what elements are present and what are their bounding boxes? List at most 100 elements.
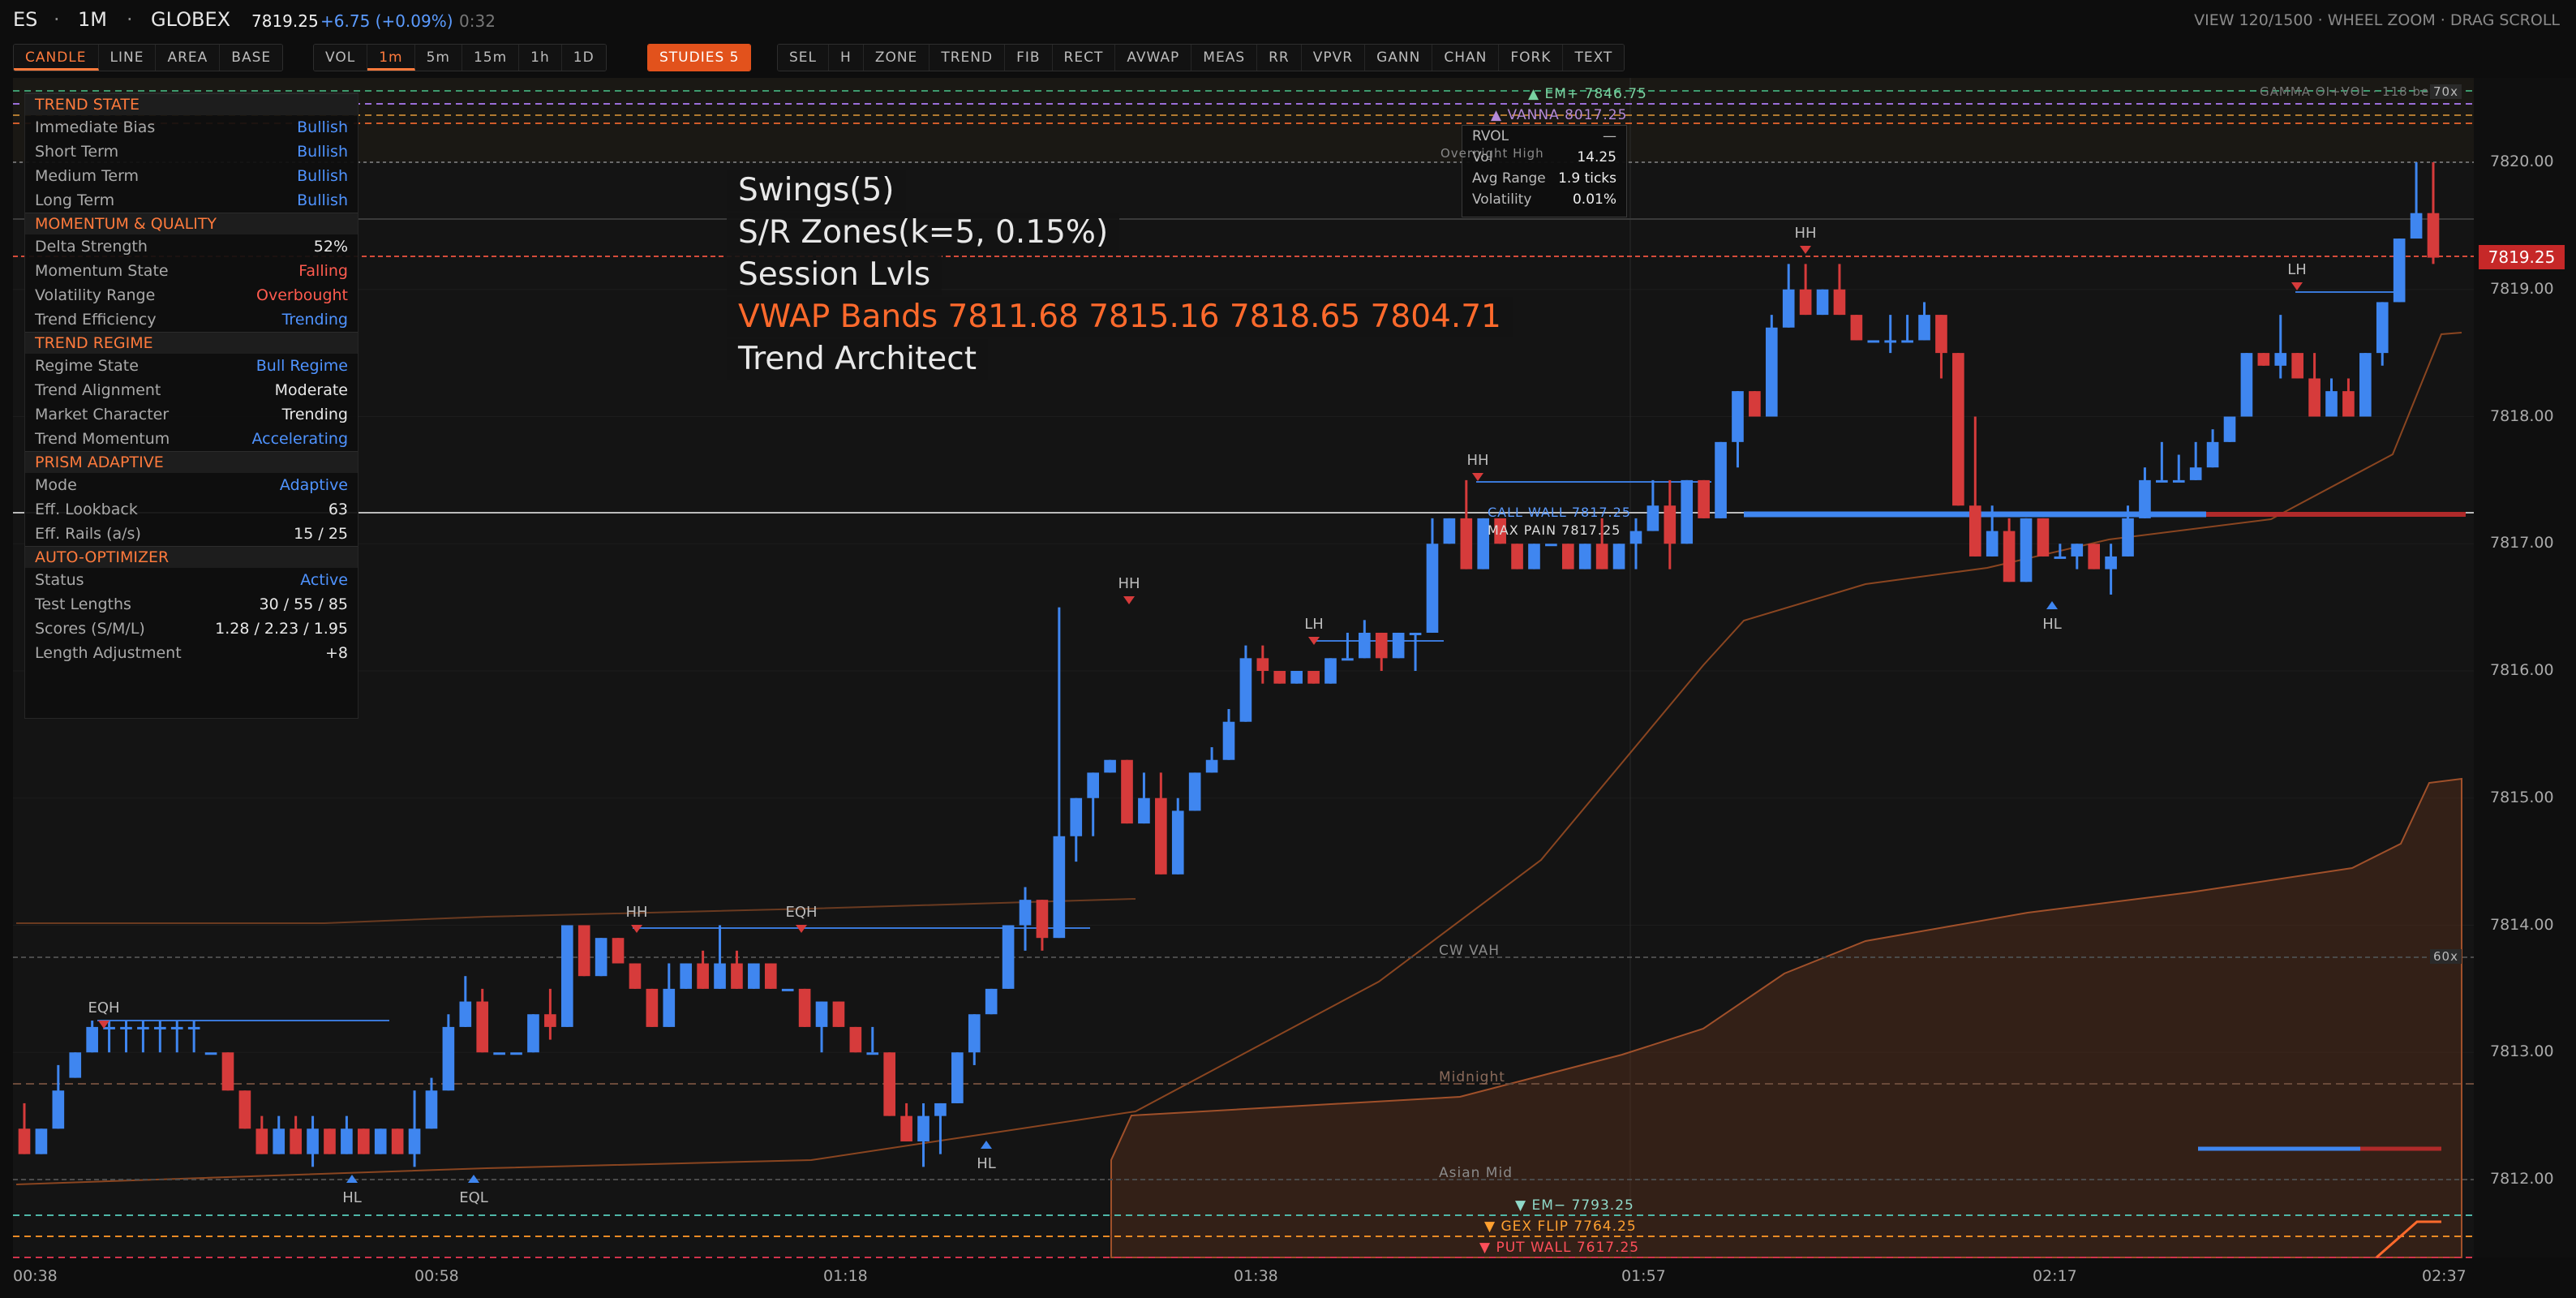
candle-body [408,1128,421,1154]
candle-body [951,1052,964,1103]
candle-body [2037,518,2050,557]
legend-vwap-bands[interactable]: VWAP Bands 7811.68 7815.16 7818.65 7804.… [727,297,1513,337]
candle-body [103,1026,115,1029]
swing-label: HL [977,1155,996,1172]
candle-body [883,1052,896,1116]
candle-body [900,1115,912,1141]
last-price-tag: 7819.25 [2479,245,2565,269]
panel-row-value: Trending [281,406,348,423]
candle-body [137,1026,149,1029]
candle-body [1375,632,1388,659]
panel-row-label: Momentum State [35,262,169,280]
swing-label: HL [2042,616,2062,633]
candle-body [1239,658,1252,722]
panel-row: Eff. Lookback 63 [25,497,358,522]
candle-body [1342,658,1354,661]
candle-body [1612,544,1625,569]
candle-body [1578,544,1591,569]
swing-label: LH [2287,261,2307,278]
stat-value: — [1603,128,1616,144]
panel-row: Scores (S/M/L) 1.28 / 2.23 / 1.95 [25,617,358,641]
candle-body [1646,505,1659,531]
legend-session-levels[interactable]: Session Lvls [727,255,942,295]
panel-row-label: Trend Efficiency [35,311,157,329]
panel-row-value: 15 / 25 [294,525,348,543]
midnight-label: Midnight [1439,1069,1505,1085]
candle-body [1867,340,1880,343]
candle-body [35,1128,48,1154]
price-tick-label: 7820.00 [2490,153,2554,170]
candle-body [2139,479,2151,518]
candle-body [2088,544,2101,569]
call-wall-label: CALL WALL 7817.25 [1488,505,1631,520]
time-tick-label: 02:17 [2033,1267,2077,1285]
time-tick-label: 00:58 [414,1267,459,1285]
studies-legend: Swings(5) S/R Zones(k=5, 0.15%) Session … [727,170,1513,381]
candle-body [341,1128,353,1154]
candle-body [2071,544,2084,557]
panel-row: Market Character Trending [25,402,358,427]
panel-row-label: Length Adjustment [35,644,182,662]
candle-body [1443,518,1456,544]
panel-row-value: Bull Regime [255,357,348,375]
candle-body [187,1026,200,1029]
candle-body [1273,671,1286,684]
panel-row: Momentum State Falling [25,259,358,283]
candle-body [2393,239,2406,303]
stat-value: 1.9 ticks [1558,170,1616,187]
candle-body [2376,302,2389,354]
panel-row-label: Medium Term [35,167,140,185]
time-tick-label: 01:18 [823,1267,868,1285]
panel-row: Immediate Bias Bullish [25,115,358,140]
legend-swings[interactable]: Swings(5) [727,170,906,211]
candle-body [663,988,676,1027]
candle-body [1171,810,1184,875]
panel-row: Trend Alignment Moderate [25,378,358,402]
gex-flip-label: ▼ GEX FLIP 7764.25 [1484,1218,1637,1235]
panel-row-label: Long Term [35,191,115,209]
cw-vah-label: CW VAH [1439,943,1501,959]
panel-row-value: Bullish [297,167,348,185]
panel-row-label: Mode [35,476,77,494]
candle-body [1087,772,1099,798]
trend-dashboard-panel: TREND STATE Immediate Bias Bullish Short Te… [24,92,358,719]
price-tick-label: 7814.00 [2490,915,2554,934]
stat-label: Avg Range [1472,170,1546,187]
candle-body [2172,479,2185,483]
candle-body [1019,900,1032,926]
candle-body [2308,378,2321,417]
candle-body [2427,213,2440,258]
put-wall-label: ▼ PUT WALL 7617.25 [1479,1240,1640,1256]
asian-mid-label: Asian Mid [1439,1165,1513,1181]
candle-body [69,1052,82,1078]
candle-body [2359,353,2372,417]
candle-body [307,1128,319,1154]
panel-section-title: AUTO-OPTIMIZER [25,546,358,568]
panel-row: Test Lengths 30 / 55 / 85 [25,592,358,617]
candle-body [1884,340,1897,343]
legend-trend-architect[interactable]: Trend Architect [727,339,989,380]
candle-body [1359,632,1371,659]
candle-body [1205,759,1218,773]
panel-row-value: Trending [281,311,348,329]
panel-row: Length Adjustment +8 [25,641,358,665]
swing-label: HH [1118,575,1140,592]
candle-body [1765,327,1778,417]
volume-multiplier-badge: 60x [2430,949,2462,964]
candle-body [1409,632,1422,635]
candle-body [1749,391,1761,417]
candle-body [238,1090,251,1129]
panel-row-label: Test Lengths [35,595,131,613]
candle-body [1053,836,1066,939]
candle-body [1952,353,1964,506]
time-tick-label: 01:38 [1234,1267,1278,1285]
candle-body [1968,505,1981,557]
panel-row: Regime State Bull Regime [25,354,358,378]
panel-row-label: Status [35,571,84,589]
candle-body [934,1102,947,1116]
candle-body [18,1128,31,1154]
legend-sr-zones[interactable]: S/R Zones(k=5, 0.15%) [727,213,1120,253]
candle-body [1290,671,1303,684]
candle-body [221,1052,234,1091]
candle-body [1816,289,1829,316]
